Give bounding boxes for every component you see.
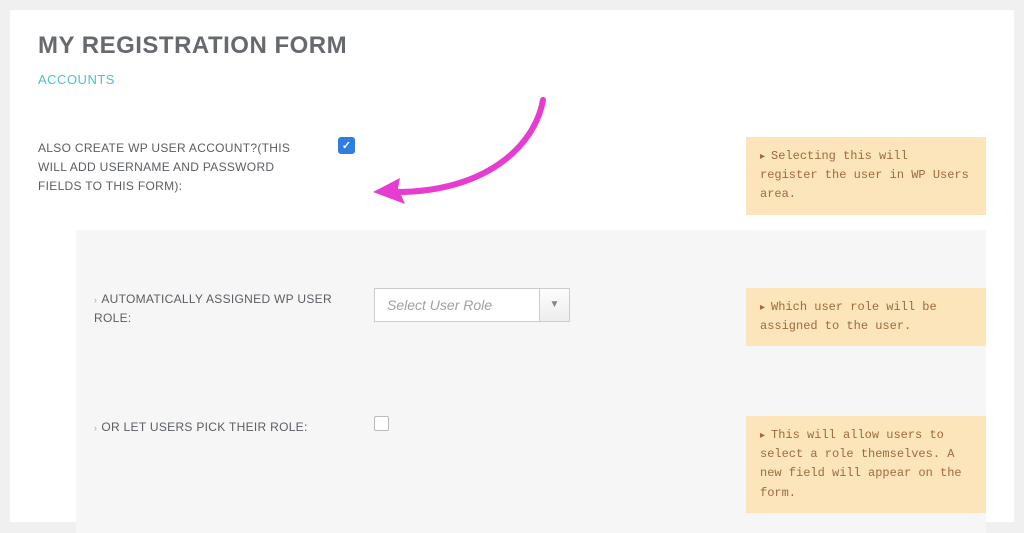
create-account-checkbox[interactable]: ✓: [338, 137, 355, 154]
field-label: ›OR LET USERS PICK THEIR ROLE:: [94, 416, 354, 437]
hint-pick-role: This will allow users to select a role t…: [746, 416, 986, 513]
hint-create-account: Selecting this will register the user in…: [746, 137, 986, 215]
hint-assigned-role: Which user role will be assigned to the …: [746, 288, 986, 346]
field-row-assigned-role: ›AUTOMATICALLY ASSIGNED WP USER ROLE: Se…: [76, 288, 986, 346]
field-row-pick-role: ›OR LET USERS PICK THEIR ROLE: This will…: [76, 416, 986, 513]
page-title: MY REGISTRATION FORM: [38, 32, 986, 60]
tab-accounts[interactable]: ACCOUNTS: [38, 72, 986, 87]
chevron-right-icon: ›: [94, 295, 97, 305]
select-placeholder: Select User Role: [375, 297, 539, 313]
field-label: ALSO CREATE WP USER ACCOUNT?(THIS WILL A…: [38, 137, 318, 197]
chevron-down-icon: ▼: [539, 289, 569, 321]
pick-role-checkbox[interactable]: [374, 416, 389, 431]
nested-role-panel: ›AUTOMATICALLY ASSIGNED WP USER ROLE: Se…: [76, 230, 986, 533]
user-role-select[interactable]: Select User Role ▼: [374, 288, 570, 322]
settings-panel: MY REGISTRATION FORM ACCOUNTS ALSO CREAT…: [10, 10, 1014, 522]
field-label: ›AUTOMATICALLY ASSIGNED WP USER ROLE:: [94, 288, 354, 328]
field-row-create-account: ALSO CREATE WP USER ACCOUNT?(THIS WILL A…: [38, 137, 986, 215]
chevron-right-icon: ›: [94, 423, 97, 433]
